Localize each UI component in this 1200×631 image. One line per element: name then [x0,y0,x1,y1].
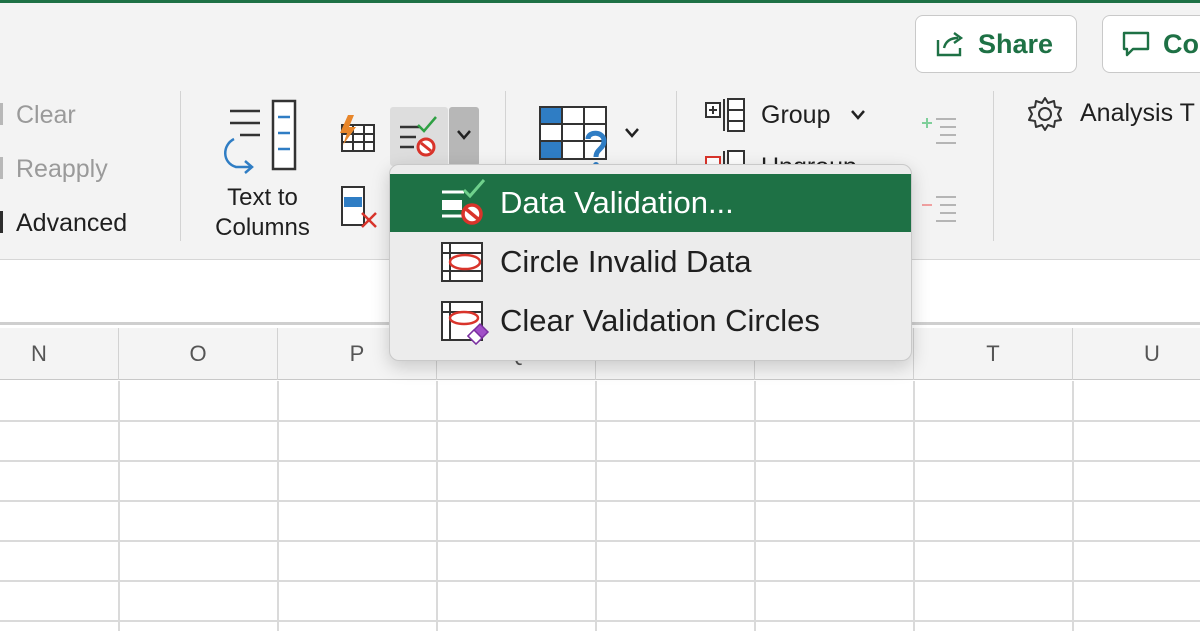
show-detail-button[interactable] [920,113,960,147]
column-letter: N [31,341,47,366]
what-if-analysis-button[interactable] [538,103,648,173]
column-header-o[interactable]: O [119,328,278,380]
clear-validation-circles-icon [441,301,490,346]
grid-row-line [0,580,1200,582]
text-to-columns-button[interactable]: Text to Columns [200,93,325,243]
group-icon [705,98,745,132]
comments-label: Co [1163,28,1199,59]
menu-item-circle-invalid-data[interactable]: Circle Invalid Data [390,233,911,291]
group-label: Group [761,101,831,129]
remove-duplicates-icon [341,186,377,228]
grid-col-line [1072,381,1074,631]
grid-col-line [754,381,756,631]
advanced-icon-edge [0,211,3,233]
column-letter: P [349,341,365,366]
data-validation-button[interactable] [390,107,448,166]
menu-item-clear-validation-circles[interactable]: Clear Validation Circles [390,292,911,350]
analysis-tools-label: Analysis T [1080,99,1195,127]
column-letter: T [986,341,1000,366]
column-header-u[interactable]: U [1073,328,1200,380]
chevron-down-icon [851,110,865,120]
grid-col-line [595,381,597,631]
share-icon [936,32,964,57]
grid-row-line [0,540,1200,542]
spreadsheet-grid[interactable] [0,381,1200,631]
group-button[interactable]: Group [704,95,874,137]
text-to-columns-label-2: Columns [215,214,310,241]
data-validation-icon [400,116,437,157]
hide-detail-icon [922,196,956,222]
chevron-down-icon [457,130,471,140]
what-if-analysis-icon [539,106,607,168]
grid-row-line [0,420,1200,422]
advanced-filter-button[interactable]: Advanced [16,209,127,238]
reapply-filter-button[interactable]: Reapply [16,155,108,184]
data-validation-icon [442,179,486,225]
clear-icon-edge [0,103,3,125]
menu-item-data-validation[interactable]: Data Validation... [390,174,911,232]
column-header-t[interactable]: T [914,328,1073,380]
hide-detail-button[interactable] [920,191,960,225]
show-detail-icon [922,118,956,144]
flash-fill-icon [340,115,375,152]
text-to-columns-label-1: Text to [227,184,298,211]
menu-item-label: Data Validation... [500,185,734,220]
share-button[interactable]: Share [915,15,1077,73]
data-validation-menu: Data Validation... Circle Invalid Data C… [389,164,912,361]
clear-filter-button[interactable]: Clear [16,101,76,130]
menu-item-label: Circle Invalid Data [500,244,752,279]
grid-col-line [913,381,915,631]
grid-col-line [118,381,120,631]
comment-icon [1122,31,1150,57]
column-header-n[interactable]: N [0,328,119,380]
analysis-tools-button[interactable]: Analysis T [1026,91,1200,137]
comments-button[interactable]: Co [1102,15,1200,73]
remove-duplicates-button[interactable] [338,183,382,231]
column-letter: O [189,341,207,366]
column-letter: U [1144,341,1160,366]
ribbon-separator [993,91,994,241]
menu-item-label: Clear Validation Circles [500,303,820,338]
grid-row-line [0,620,1200,622]
share-label: Share [978,28,1054,59]
flash-fill-button[interactable] [334,113,378,157]
reapply-icon-edge [0,157,3,179]
text-to-columns-icon [224,99,297,174]
data-validation-dropdown-button[interactable] [449,107,479,166]
grid-col-line [436,381,438,631]
grid-col-line [277,381,279,631]
gear-icon [1028,97,1062,131]
grid-row-line [0,500,1200,502]
chevron-down-icon [625,128,639,138]
circle-invalid-data-icon [441,242,483,282]
ribbon-separator [180,91,181,241]
grid-row-line [0,460,1200,462]
